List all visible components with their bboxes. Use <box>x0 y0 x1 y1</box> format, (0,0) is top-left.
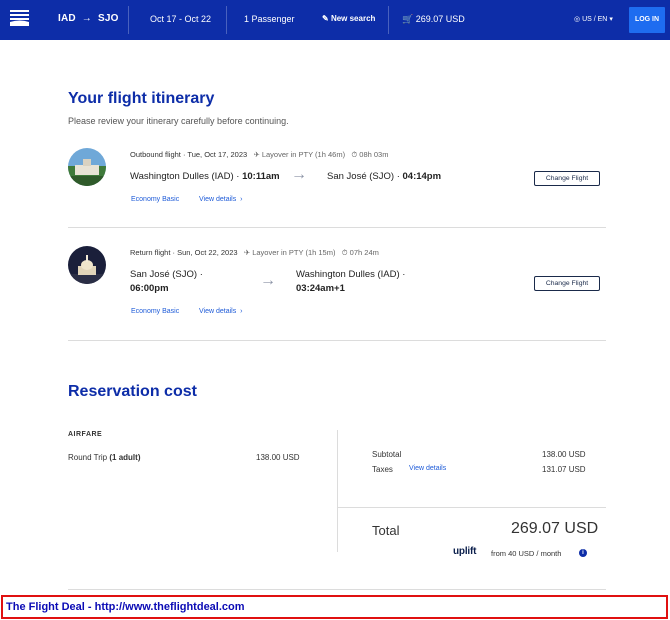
outbound-arrival-time: 04:14pm <box>402 171 442 182</box>
taxes-value: 131.07 USD <box>542 465 586 474</box>
plane-icon: ✈ <box>253 150 260 159</box>
return-view-details-label: View details <box>199 308 237 315</box>
round-trip-quantity: (1 adult) <box>109 453 141 462</box>
outbound-layover: Layover in PTY (1h 46m) <box>261 150 346 159</box>
route-destination: SJO <box>97 13 119 24</box>
cart-icon: 🛒 <box>402 14 414 24</box>
round-trip-price: 138.00 USD <box>256 453 300 462</box>
cart-price: 269.07 USD <box>415 14 465 24</box>
reservation-cost-title: Reservation cost <box>68 383 197 400</box>
outbound-duration: 08h 03m <box>359 150 389 159</box>
outbound-flight-meta: Outbound flight · Tue, Oct 17, 2023 ✈ La… <box>130 150 388 160</box>
pencil-icon: ✎ <box>322 14 329 23</box>
divider <box>68 340 606 341</box>
login-button[interactable]: LOG IN <box>629 7 665 33</box>
return-departure-time: 06:00pm <box>130 283 169 294</box>
total-value: 269.07 USD <box>511 520 599 537</box>
divider <box>68 589 606 590</box>
plane-icon: ✈ <box>243 248 251 257</box>
return-origin: San José (SJO) · 06:00pm <box>130 268 203 296</box>
return-layover: Layover in PTY (1h 15m) <box>252 248 336 257</box>
airline-logo[interactable] <box>10 9 30 29</box>
outbound-destination-photo <box>68 148 106 186</box>
outbound-destination-airport: San José (SJO) · <box>327 171 400 182</box>
return-flight-meta: Return flight · Sun, Oct 22, 2023 ✈ Layo… <box>130 248 379 258</box>
return-arrival-time: 03:24am+1 <box>296 283 345 294</box>
divider <box>337 430 338 552</box>
outbound-view-details-label: View details <box>199 196 237 203</box>
arrow-right-icon: → <box>291 166 307 183</box>
outbound-destination: San José (SJO) · 04:14pm <box>327 171 441 182</box>
locale-label: US / EN <box>582 16 608 23</box>
return-destination: Washington Dulles (IAD) · 03:24am+1 <box>296 268 405 296</box>
outbound-flight-label: Outbound flight · Tue, Oct 17, 2023 <box>130 150 248 159</box>
cart-summary[interactable]: 🛒 269.07 USD <box>402 14 465 25</box>
passenger-count[interactable]: 1 Passenger <box>244 14 295 24</box>
subtotal-label: Subtotal <box>372 450 402 459</box>
outbound-fare-class[interactable]: Economy Basic <box>131 196 179 203</box>
route-origin: IAD <box>58 13 76 24</box>
page-subtitle: Please review your itinerary carefully b… <box>68 116 289 126</box>
airfare-heading: AIRFARE <box>68 431 103 438</box>
travel-dates[interactable]: Oct 17 - Oct 22 <box>150 14 211 24</box>
taxes-view-details-link[interactable]: View details <box>409 465 446 472</box>
divider <box>128 6 129 34</box>
return-view-details-link[interactable]: View details › <box>199 308 242 315</box>
top-navigation-bar: IAD → SJO Oct 17 - Oct 22 1 Passenger ✎ … <box>0 0 670 40</box>
return-destination-photo <box>68 246 106 284</box>
return-flight-label: Return flight · Sun, Oct 22, 2023 <box>130 248 238 257</box>
divider <box>68 227 606 228</box>
return-destination-airport: Washington Dulles (IAD) · <box>296 269 406 280</box>
divider <box>337 507 606 508</box>
chevron-down-icon: ▾ <box>609 16 613 23</box>
outbound-departure-time: 10:11am <box>242 171 280 182</box>
round-trip-label: Round Trip <box>68 453 108 462</box>
info-icon[interactable]: i <box>579 549 587 557</box>
new-search-label: New search <box>330 14 376 23</box>
locale-selector[interactable]: ◎ US / EN ▾ <box>574 15 613 23</box>
chevron-right-icon: › <box>238 196 243 203</box>
outbound-change-flight-button[interactable]: Change Flight <box>534 171 600 186</box>
total-label: Total <box>372 523 400 538</box>
uplift-monthly-text: from 40 USD / month <box>491 549 562 558</box>
source-watermark-text: The Flight Deal - http://www.theflightde… <box>6 601 245 613</box>
outbound-view-details-link[interactable]: View details › <box>199 196 242 203</box>
arrow-right-icon: → <box>260 272 276 289</box>
divider <box>388 6 389 34</box>
new-search-button[interactable]: ✎ New search <box>322 14 375 23</box>
divider <box>226 6 227 34</box>
return-origin-airport: San José (SJO) · <box>130 269 203 280</box>
outbound-origin-airport: Washington Dulles (IAD) · <box>130 171 240 182</box>
source-watermark-bar: The Flight Deal - http://www.theflightde… <box>1 595 668 619</box>
page-title: Your flight itinerary <box>68 90 215 107</box>
route-arrow-icon: → <box>78 13 95 24</box>
return-change-flight-button[interactable]: Change Flight <box>534 276 600 291</box>
clock-icon: ⏱ <box>351 150 358 159</box>
subtotal-value: 138.00 USD <box>542 450 586 459</box>
return-duration: 07h 24m <box>349 248 379 257</box>
uplift-logo[interactable]: uplift <box>453 546 476 557</box>
taxes-label: Taxes <box>372 465 393 474</box>
globe-icon: ◎ <box>574 16 581 23</box>
return-fare-class[interactable]: Economy Basic <box>131 308 179 315</box>
clock-icon: ⏱ <box>341 248 348 257</box>
route-summary: IAD → SJO <box>58 13 119 24</box>
round-trip-line: Round Trip (1 adult) <box>68 453 140 462</box>
chevron-right-icon: › <box>238 308 243 315</box>
outbound-origin: Washington Dulles (IAD) · 10:11am <box>130 171 280 182</box>
